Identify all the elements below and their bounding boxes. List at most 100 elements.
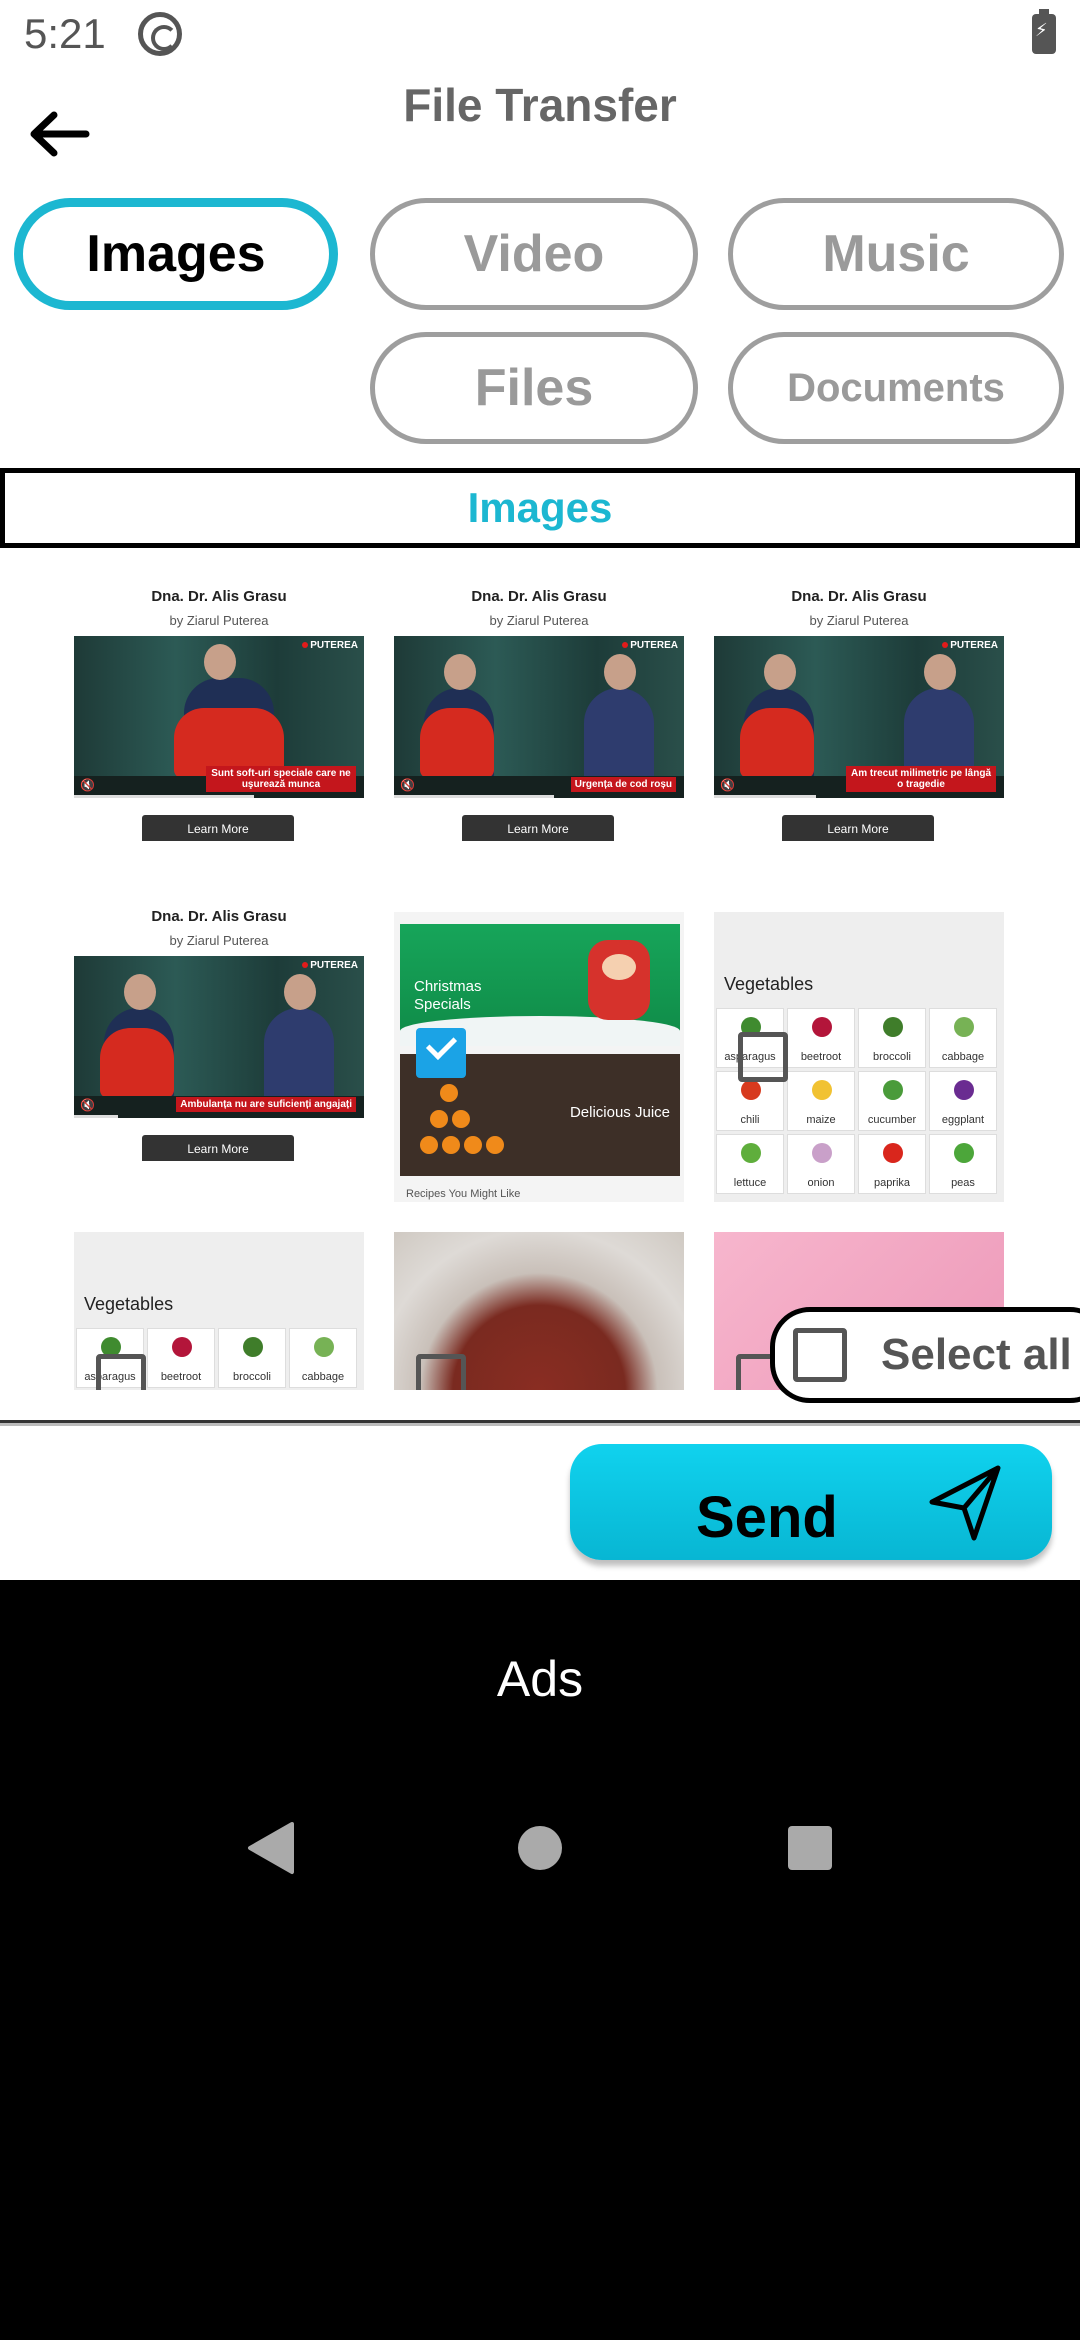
vegetables-title: Vegetables <box>84 1294 174 1314</box>
learn-more-button[interactable]: Learn More <box>782 815 934 841</box>
select-all-checkbox[interactable] <box>793 1328 847 1382</box>
vegetable-label: eggplant <box>941 1114 985 1126</box>
tab-documents[interactable]: Documents <box>728 332 1064 444</box>
ad-caption: Am trecut milimetric pe lângă o tragedie <box>846 766 996 792</box>
tab-images[interactable]: Images <box>14 198 338 310</box>
ad-caption: Ambulanța nu are suficienți angajați <box>176 1097 356 1112</box>
ad-title: Dna. Dr. Alis Grasu <box>471 588 607 605</box>
section-title: Images <box>0 468 1080 548</box>
select-all-label: Select all <box>881 1330 1072 1379</box>
mute-icon: 🔇 <box>720 778 735 792</box>
vegetable-icon <box>314 1337 334 1357</box>
send-button[interactable]: Send <box>570 1444 1052 1560</box>
grid-item-ad[interactable]: Dna. Dr. Alis Grasu by Ziarul Puterea PU… <box>394 560 684 850</box>
mute-icon: 🔇 <box>80 1098 95 1112</box>
ad-video-thumbnail: PUTEREA Urgența de cod roșu 🔇 <box>394 636 684 798</box>
learn-more-button[interactable]: Learn More <box>142 1135 294 1161</box>
send-paper-plane-icon <box>929 1465 1001 1541</box>
vegetable-label: broccoli <box>233 1371 271 1383</box>
vegetable-icon <box>954 1017 974 1037</box>
vegetable-label: cabbage <box>301 1371 345 1383</box>
grid-item-image[interactable]: Vegetables asparagus beetroot broccoli cabb… <box>74 1232 364 1390</box>
vegetable-icon <box>741 1080 761 1100</box>
send-label: Send <box>696 1485 838 1550</box>
ad-title: Dna. Dr. Alis Grasu <box>151 588 287 605</box>
vegetable-tile: beetroot <box>787 1008 855 1068</box>
ad-subtitle: by Ziarul Puterea <box>489 613 589 628</box>
ad-subtitle: by Ziarul Puterea <box>169 613 269 628</box>
tab-files[interactable]: Files <box>370 332 698 444</box>
ad-video-thumbnail: PUTEREA Ambulanța nu are suficienți anga… <box>74 956 364 1118</box>
vegetable-tile: eggplant <box>929 1071 997 1131</box>
item-checkbox[interactable] <box>738 1032 788 1082</box>
vegetable-label: paprika <box>873 1177 911 1189</box>
vegetable-tile: peas <box>929 1134 997 1194</box>
grid-item-image[interactable]: Vegetables asparagus beetroot broccoli cabb… <box>714 912 1004 1202</box>
ad-video-thumbnail: PUTEREA Sunt soft-uri speciale care ne u… <box>74 636 364 798</box>
vegetable-label: cucumber <box>867 1114 917 1126</box>
image-grid: Dna. Dr. Alis Grasu by Ziarul Puterea PU… <box>0 560 1080 1390</box>
vegetable-icon <box>954 1143 974 1163</box>
nav-recents-icon[interactable] <box>788 1826 832 1870</box>
item-checkbox[interactable] <box>416 1354 466 1390</box>
tab-music[interactable]: Music <box>728 198 1064 310</box>
item-checkbox-checked[interactable] <box>416 1028 466 1078</box>
vegetable-tile: broccoli <box>858 1008 926 1068</box>
nav-home-icon[interactable] <box>518 1826 562 1870</box>
ad-subtitle: by Ziarul Puterea <box>169 933 269 948</box>
learn-more-button[interactable]: Learn More <box>142 815 294 841</box>
vegetables-title: Vegetables <box>724 974 814 994</box>
ad-video-thumbnail: PUTEREA Am trecut milimetric pe lângă o … <box>714 636 1004 798</box>
learn-more-button[interactable]: Learn More <box>462 815 614 841</box>
vegetable-tile: broccoli <box>218 1328 286 1388</box>
grid-item-ad[interactable]: Dna. Dr. Alis Grasu by Ziarul Puterea PU… <box>714 560 1004 850</box>
santa-illustration <box>588 940 650 1020</box>
vegetable-label: maize <box>806 1114 836 1126</box>
vegetable-label: broccoli <box>873 1051 911 1063</box>
grid-item-ad[interactable]: Dna. Dr. Alis Grasu by Ziarul Puterea PU… <box>74 560 364 850</box>
ad-title: Dna. Dr. Alis Grasu <box>151 908 287 925</box>
vegetable-icon <box>812 1080 832 1100</box>
recipes-text: Recipes You Might Like <box>406 1188 521 1200</box>
vegetable-label: chili <box>740 1114 760 1126</box>
vegetable-tile: lettuce <box>716 1134 784 1194</box>
item-checkbox[interactable] <box>96 1354 146 1390</box>
app-screen: 5:21 File Transfer Images Video Music Fi… <box>0 0 1080 1580</box>
vegetable-tile: cucumber <box>858 1071 926 1131</box>
vegetable-tile: maize <box>787 1071 855 1131</box>
vegetable-icon <box>883 1017 903 1037</box>
vegetable-label: beetroot <box>800 1051 842 1063</box>
ad-logo: PUTEREA <box>302 640 358 651</box>
vegetable-icon <box>883 1080 903 1100</box>
vegetable-label: peas <box>951 1177 975 1189</box>
grid-item-image[interactable]: Christmas Specials Delicious Juice Recip… <box>394 912 684 1202</box>
ad-logo: PUTEREA <box>302 960 358 971</box>
select-all-toggle[interactable]: Select all <box>770 1307 1080 1403</box>
ad-caption: Urgența de cod roșu <box>570 777 676 792</box>
ad-caption: Sunt soft-uri speciale care ne uşurează … <box>206 766 356 792</box>
tab-video[interactable]: Video <box>370 198 698 310</box>
battery-charging-icon <box>1032 9 1056 54</box>
nav-back-icon[interactable] <box>244 1820 296 1876</box>
vegetable-label: lettuce <box>733 1177 767 1189</box>
vegetable-icon <box>243 1337 263 1357</box>
grid-item-ad[interactable]: Dna. Dr. Alis Grasu by Ziarul Puterea PU… <box>74 880 364 1170</box>
vegetable-label: onion <box>807 1177 835 1189</box>
vegetable-icon <box>812 1143 832 1163</box>
ad-logo: PUTEREA <box>622 640 678 651</box>
sync-icon <box>138 12 182 56</box>
grid-item-image[interactable] <box>394 1232 684 1390</box>
mute-icon: 🔇 <box>400 778 415 792</box>
status-time: 5:21 <box>24 10 106 57</box>
vegetable-tile: paprika <box>858 1134 926 1194</box>
christmas-label: Christmas Specials <box>414 978 482 1013</box>
vegetable-label: cabbage <box>941 1051 985 1063</box>
vegetable-icon <box>741 1143 761 1163</box>
ad-title: Dna. Dr. Alis Grasu <box>791 588 927 605</box>
vegetable-icon <box>812 1017 832 1037</box>
juice-label: Delicious Juice <box>569 1104 670 1121</box>
ad-subtitle: by Ziarul Puterea <box>809 613 909 628</box>
vegetable-icon <box>172 1337 192 1357</box>
vegetable-icon <box>883 1143 903 1163</box>
vegetable-label: beetroot <box>160 1371 202 1383</box>
